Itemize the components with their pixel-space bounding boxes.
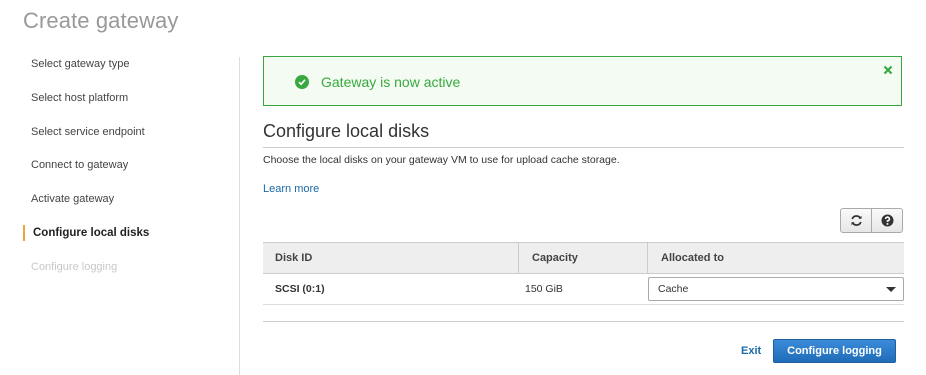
capacity-cell: 150 GiB	[525, 283, 563, 295]
column-header-allocated-to[interactable]: Allocated to	[647, 243, 904, 273]
sidebar-divider	[239, 57, 240, 375]
allocated-to-value: Cache	[658, 283, 689, 295]
disk-id-cell: SCSI (0:1)	[275, 283, 325, 295]
help-button[interactable]	[871, 208, 903, 233]
section-description: Choose the local disks on your gateway V…	[263, 154, 620, 166]
step-connect-to-gateway[interactable]: Connect to gateway	[23, 153, 223, 187]
section-title: Configure local disks	[263, 121, 430, 141]
refresh-button[interactable]	[840, 208, 872, 233]
section-divider	[263, 147, 904, 148]
step-select-gateway-type[interactable]: Select gateway type	[23, 52, 223, 86]
wizard-steps-nav: Select gateway type Select host platform…	[23, 52, 223, 289]
allocated-to-select[interactable]: Cache	[648, 277, 904, 301]
step-select-host-platform[interactable]: Select host platform	[23, 86, 223, 120]
check-circle-icon	[295, 75, 309, 89]
step-activate-gateway[interactable]: Activate gateway	[23, 187, 223, 221]
table-row: SCSI (0:1) 150 GiB Cache	[263, 274, 904, 305]
alert-message: Gateway is now active	[321, 74, 461, 90]
step-select-service-endpoint[interactable]: Select service endpoint	[23, 120, 223, 154]
column-header-disk-id[interactable]: Disk ID	[275, 243, 312, 273]
chevron-down-icon	[886, 287, 896, 292]
success-alert: Gateway is now active	[263, 56, 902, 106]
table-header: Disk ID Capacity Allocated to	[263, 242, 904, 274]
column-header-capacity[interactable]: Capacity	[518, 243, 647, 273]
configure-logging-button[interactable]: Configure logging	[773, 339, 896, 363]
exit-link[interactable]: Exit	[741, 345, 761, 357]
step-configure-logging: Configure logging	[31, 260, 118, 273]
step-configure-local-disks[interactable]: Configure local disks	[23, 221, 223, 255]
disks-table: Disk ID Capacity Allocated to SCSI (0:1)…	[263, 242, 904, 305]
learn-more-link[interactable]: Learn more	[263, 183, 319, 195]
close-icon[interactable]	[882, 63, 894, 75]
footer-divider	[263, 321, 904, 322]
page-title: Create gateway	[23, 8, 179, 33]
